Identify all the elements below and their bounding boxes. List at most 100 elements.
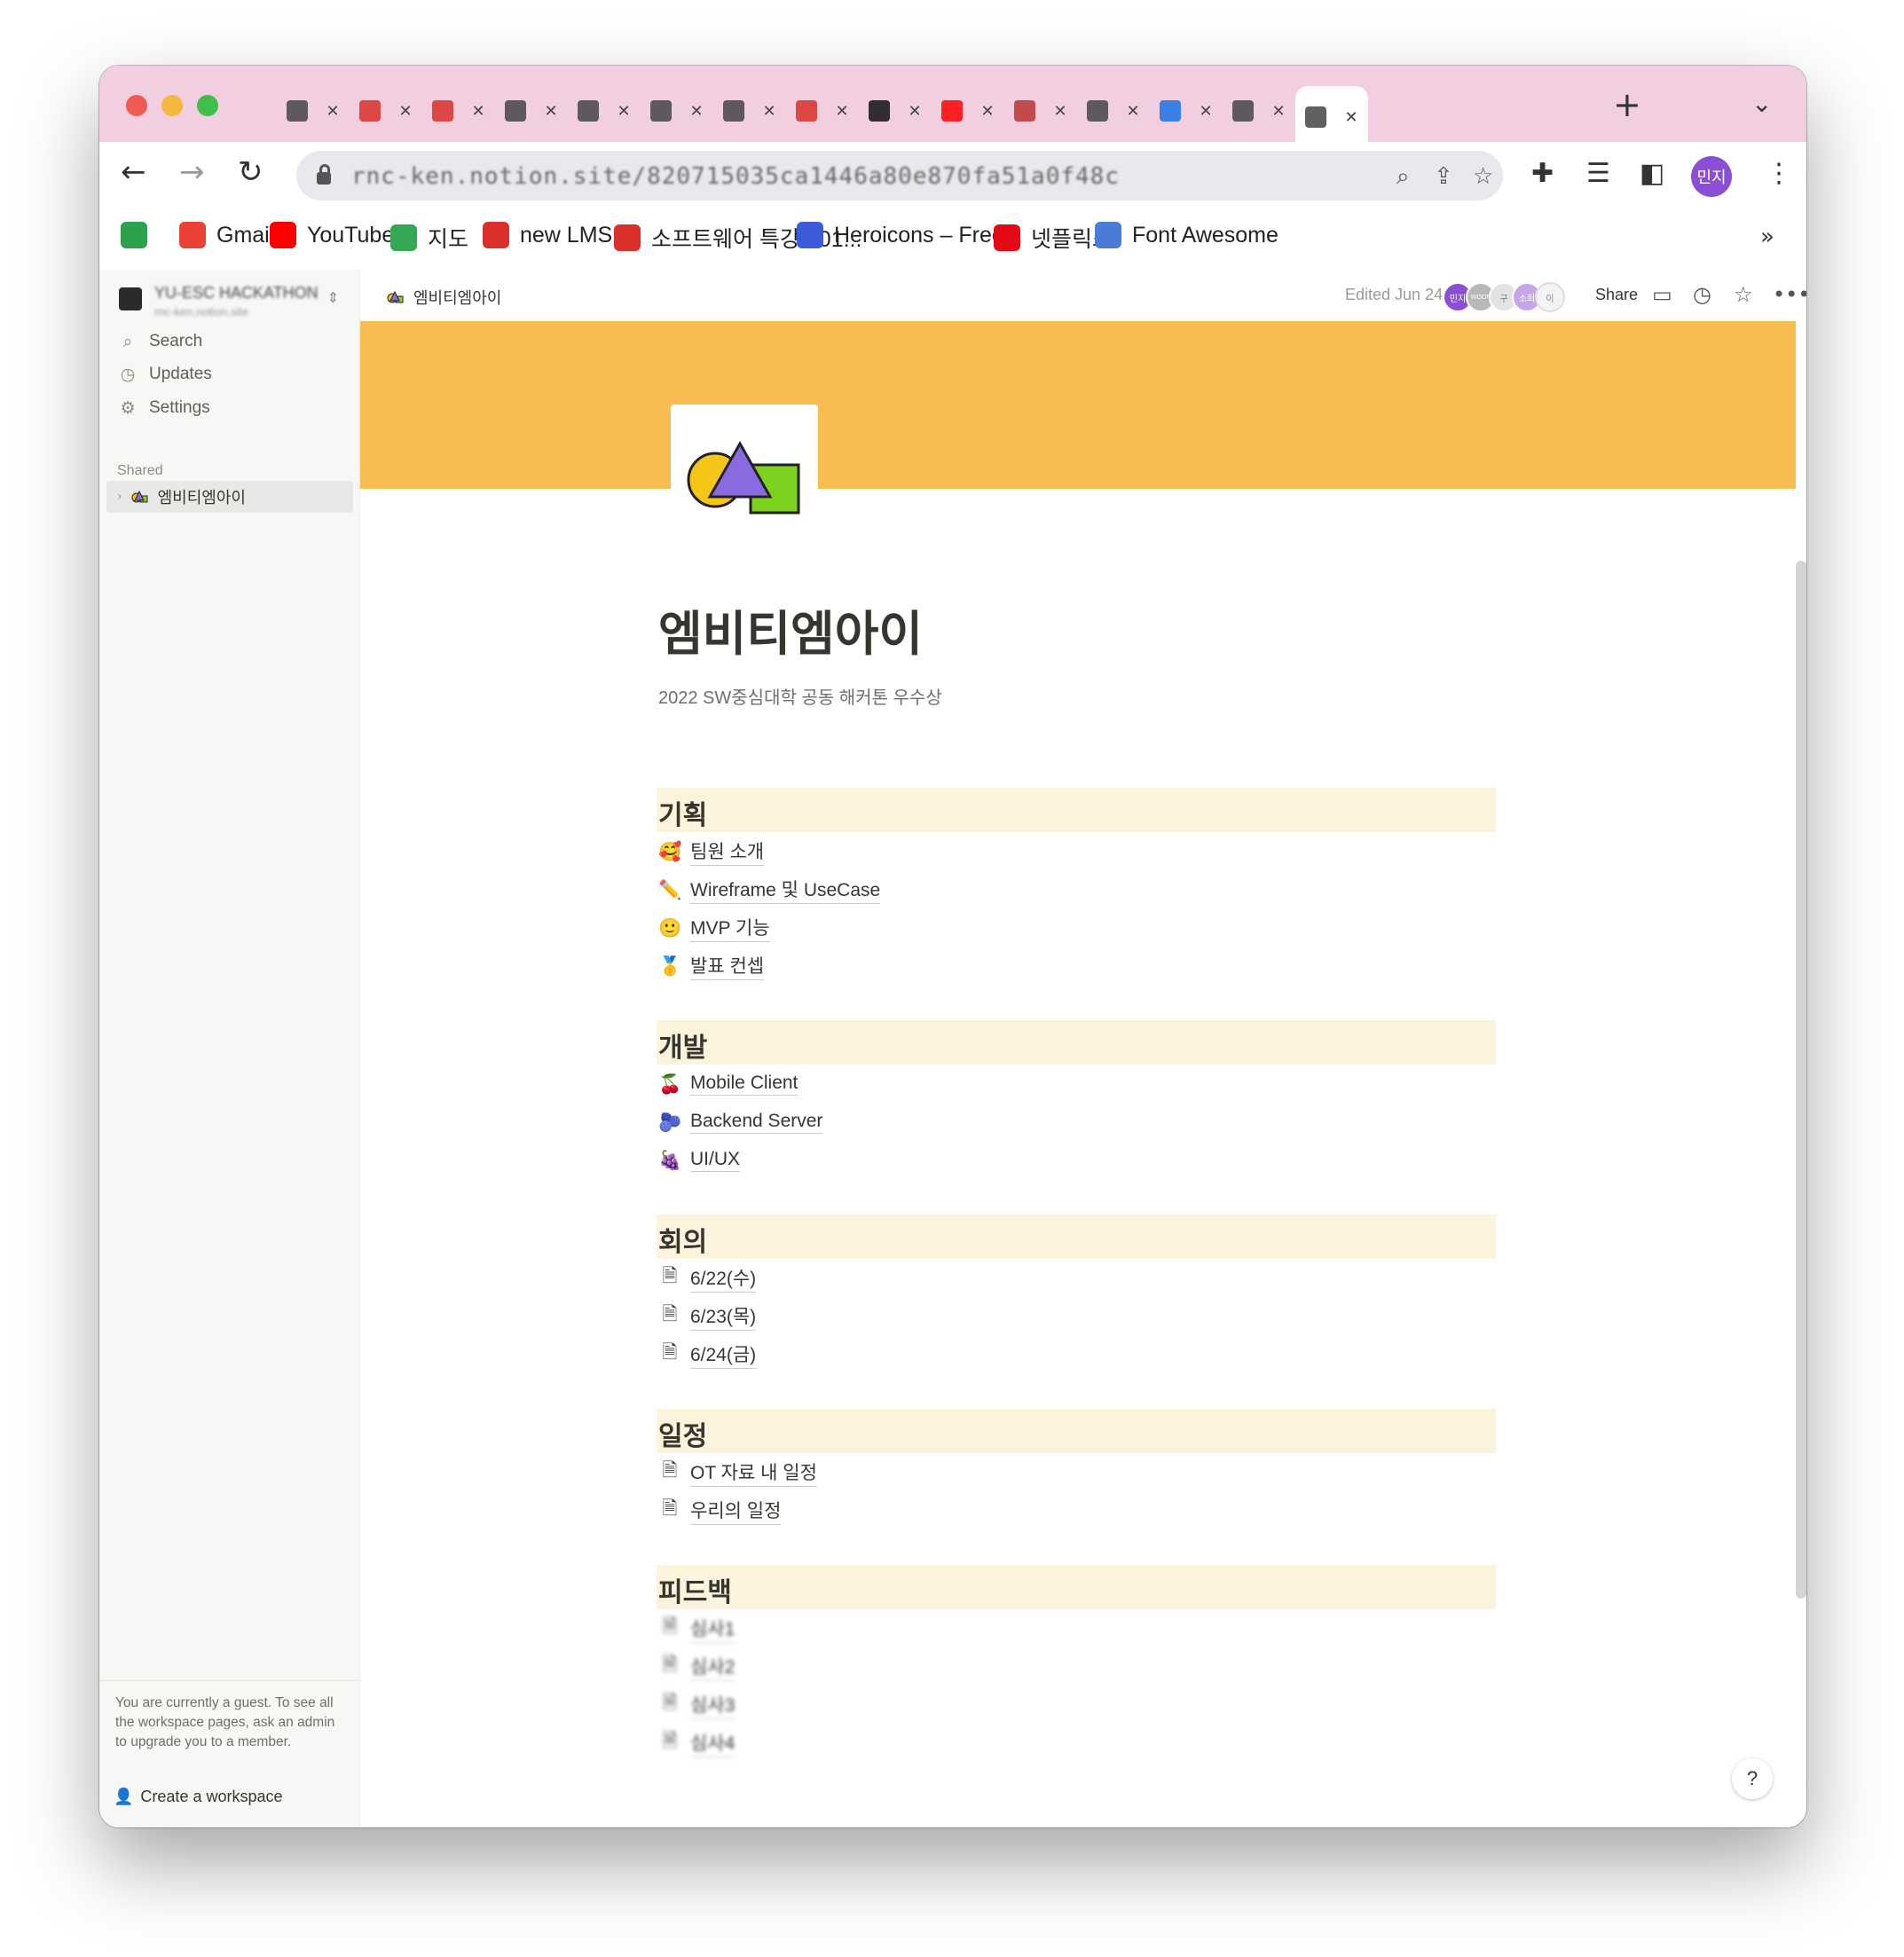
sidebar-item-shared-page[interactable]: › 엠비티엠아이 bbox=[106, 481, 353, 513]
document-icon: 🗎 bbox=[662, 1653, 678, 1675]
browser-tab[interactable]: ✕ bbox=[277, 86, 350, 136]
browser-tab[interactable]: ✕ bbox=[932, 86, 1004, 136]
page-subtitle: 2022 SW중심대학 공동 해커톤 우수상 bbox=[658, 688, 942, 708]
tab-close-icon[interactable]: ✕ bbox=[1344, 108, 1357, 127]
share-page-icon[interactable]: ⇪ bbox=[1434, 163, 1453, 190]
browser-tab[interactable]: ✕ bbox=[568, 86, 641, 136]
chevron-updown-icon: ⇕ bbox=[327, 289, 339, 306]
tab-close-icon[interactable]: ✕ bbox=[471, 102, 484, 121]
tab-close-icon[interactable]: ✕ bbox=[1053, 102, 1066, 121]
bookmark-item[interactable]: YouTube bbox=[270, 222, 394, 248]
scrollbar[interactable] bbox=[1796, 561, 1806, 1599]
more-dots-icon[interactable]: ••• bbox=[1773, 282, 1806, 307]
page-link[interactable]: 🗎 우리의 일정 bbox=[658, 1493, 782, 1529]
side-panel-icon[interactable]: ◧ bbox=[1640, 158, 1664, 189]
history-clock-icon[interactable]: ◷ bbox=[1693, 282, 1711, 307]
reload-icon[interactable]: ↻ bbox=[238, 154, 264, 190]
tab-favicon-icon bbox=[1232, 100, 1255, 122]
more-bookmarks-chevron-icon[interactable]: » bbox=[1760, 224, 1774, 250]
maximize-window-button[interactable] bbox=[197, 95, 218, 116]
page-link[interactable]: 🙂 MVP 기능 bbox=[658, 910, 770, 946]
browser-tab[interactable]: ✕ bbox=[1150, 86, 1223, 136]
page-link[interactable]: 🥰 팀원 소개 bbox=[658, 834, 765, 869]
browser-tab[interactable]: ✕ bbox=[1004, 86, 1077, 136]
page-link-label: Wireframe 및 UseCase bbox=[690, 876, 881, 904]
browser-tab[interactable]: ✕ bbox=[713, 86, 786, 136]
browser-menu-icon[interactable]: ⋮ bbox=[1766, 158, 1792, 189]
page-icon[interactable] bbox=[671, 405, 818, 552]
bookmark-label: 지도 bbox=[428, 227, 469, 252]
help-button[interactable]: ? bbox=[1732, 1758, 1773, 1799]
page-link[interactable]: 🗎 6/22(수) bbox=[658, 1261, 757, 1296]
forward-arrow-icon[interactable]: → bbox=[179, 154, 205, 190]
page-link[interactable]: 🥇 발표 컨셉 bbox=[658, 948, 765, 984]
share-button[interactable]: Share bbox=[1595, 286, 1638, 304]
bookmark-item[interactable]: new LMS bbox=[483, 222, 612, 248]
chevron-right-icon[interactable]: › bbox=[117, 490, 122, 504]
page-link[interactable]: ✏️ Wireframe 및 UseCase bbox=[658, 872, 881, 908]
tab-favicon-icon bbox=[432, 100, 454, 122]
bookmark-item[interactable]: Gmail bbox=[179, 222, 274, 248]
page-link[interactable]: 🗎 심사1 bbox=[658, 1611, 736, 1647]
browser-tab[interactable]: ✕ bbox=[641, 86, 713, 136]
zoom-icon[interactable]: ⌕ bbox=[1397, 163, 1410, 191]
browser-tab[interactable]: ✕ bbox=[786, 86, 859, 136]
tab-close-icon[interactable]: ✕ bbox=[762, 102, 775, 121]
page-link[interactable]: 🍇 UI/UX bbox=[658, 1143, 741, 1178]
clock-icon: ◷ bbox=[120, 365, 136, 384]
sidebar-item-updates[interactable]: ◷ Updates bbox=[119, 359, 212, 389]
tab-close-icon[interactable]: ✕ bbox=[617, 102, 630, 121]
reading-list-icon[interactable]: ☰ bbox=[1586, 158, 1610, 189]
tab-close-icon[interactable]: ✕ bbox=[1271, 102, 1285, 121]
tab-close-icon[interactable]: ✕ bbox=[980, 102, 994, 121]
lms-icon bbox=[614, 224, 641, 251]
breadcrumb[interactable]: 엠비티엠아이 bbox=[387, 286, 501, 309]
tab-close-icon[interactable]: ✕ bbox=[544, 102, 557, 121]
bookmark-item[interactable]: Font Awesome bbox=[1095, 222, 1279, 248]
browser-tab[interactable]: ✕ bbox=[859, 86, 932, 136]
page-link[interactable]: 🫐 Backend Server bbox=[658, 1104, 823, 1140]
bookmark-item[interactable]: Heroicons – Free... bbox=[797, 222, 1023, 248]
browser-tab[interactable]: ✕ bbox=[350, 86, 422, 136]
bookmark-star-icon[interactable]: ☆ bbox=[1473, 163, 1493, 190]
browser-tab[interactable]: ✕ bbox=[1077, 86, 1150, 136]
extensions-puzzle-icon[interactable]: ✚ bbox=[1531, 158, 1554, 189]
page-link[interactable]: 🗎 6/24(금) bbox=[658, 1337, 757, 1372]
tab-close-icon[interactable]: ✕ bbox=[835, 102, 848, 121]
flag-outline-icon bbox=[1095, 222, 1121, 248]
sidebar-item-search[interactable]: ⌕ Search bbox=[119, 326, 203, 357]
close-window-button[interactable] bbox=[126, 95, 147, 116]
tab-close-icon[interactable]: ✕ bbox=[1126, 102, 1139, 121]
minimize-window-button[interactable] bbox=[161, 95, 183, 116]
tab-close-icon[interactable]: ✕ bbox=[398, 102, 412, 121]
favorite-star-icon[interactable]: ☆ bbox=[1734, 282, 1753, 307]
tab-close-icon[interactable]: ✕ bbox=[326, 102, 339, 121]
page-link[interactable]: 🗎 심사3 bbox=[658, 1687, 736, 1723]
tab-close-icon[interactable]: ✕ bbox=[908, 102, 921, 121]
address-bar[interactable]: rnc-ken.notion.site/820715035ca1446a80e8… bbox=[296, 151, 1503, 200]
collaborator-avatars[interactable]: 민지 WOON 구 소희 이 bbox=[1443, 282, 1565, 312]
profile-avatar[interactable]: 민지 bbox=[1691, 156, 1732, 197]
tab-search-chevron-icon[interactable]: ⌄ bbox=[1751, 89, 1772, 118]
workspace-icon bbox=[119, 287, 142, 310]
browser-tab[interactable]: ✕ bbox=[1295, 86, 1368, 148]
page-link-label: MVP 기능 bbox=[690, 914, 770, 942]
new-tab-button[interactable]: + bbox=[1613, 85, 1641, 124]
browser-tab[interactable]: ✕ bbox=[422, 86, 495, 136]
browser-tab[interactable]: ✕ bbox=[1223, 86, 1295, 136]
page-link[interactable]: 🗎 심사2 bbox=[658, 1649, 736, 1685]
page-link[interactable]: 🗎 심사4 bbox=[658, 1725, 736, 1761]
back-arrow-icon[interactable]: ← bbox=[121, 154, 146, 190]
page-link[interactable]: 🗎 6/23(목) bbox=[658, 1299, 757, 1334]
browser-tab[interactable]: ✕ bbox=[495, 86, 568, 136]
bookmark-item[interactable]: 지도 bbox=[390, 222, 468, 254]
sidebar-item-settings[interactable]: ⚙ Settings bbox=[119, 393, 209, 423]
create-workspace-button[interactable]: 👤 Create a workspace bbox=[114, 1788, 283, 1806]
tab-close-icon[interactable]: ✕ bbox=[1199, 102, 1212, 121]
workspace-switcher[interactable]: YU-ESC HACKATHON rnc-ken.notion.site ⇕ bbox=[119, 284, 350, 319]
page-link[interactable]: 🗎 OT 자료 내 일정 bbox=[658, 1455, 817, 1490]
comment-icon[interactable]: ▭ bbox=[1652, 282, 1672, 307]
page-link[interactable]: 🍒 Mobile Client bbox=[658, 1066, 799, 1102]
tab-close-icon[interactable]: ✕ bbox=[689, 102, 703, 121]
bookmark-item[interactable] bbox=[121, 222, 158, 248]
